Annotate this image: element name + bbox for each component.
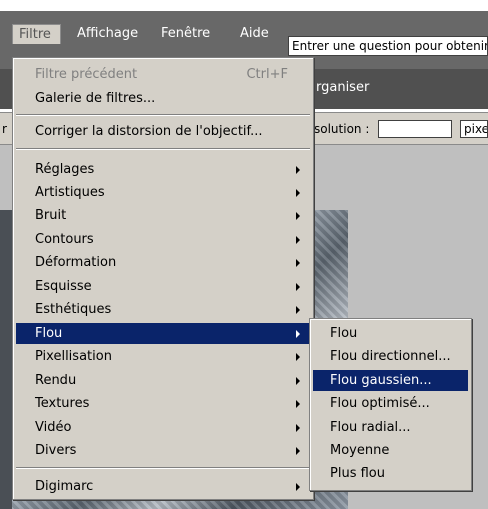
menu-item-label: Vidéo <box>35 420 72 435</box>
menu-item-filtre-precedent: Filtre précédent Ctrl+F <box>16 64 310 85</box>
menu-aide[interactable]: Aide <box>240 25 269 43</box>
submenu-arrow-icon <box>296 166 300 174</box>
menu-item-esthetiques[interactable]: Esthétiques <box>16 299 310 320</box>
menu-item-label: Corriger la distorsion de l'objectif... <box>35 124 263 139</box>
menu-item-flou[interactable]: Flou <box>16 323 310 344</box>
submenu-arrow-icon <box>296 377 300 385</box>
menu-item-bruit[interactable]: Bruit <box>16 205 310 226</box>
menu-item-label: Textures <box>35 396 90 411</box>
submenu-item-flou-optimise[interactable]: Flou optimisé... <box>313 393 468 414</box>
menu-item-label: Déformation <box>35 255 117 270</box>
menu-item-label: Galerie de filtres... <box>35 91 156 106</box>
submenu-arrow-icon <box>296 353 300 361</box>
submenu-arrow-icon <box>296 189 300 197</box>
menu-affichage[interactable]: Affichage <box>77 25 138 43</box>
menu-item-esquisse[interactable]: Esquisse <box>16 276 310 297</box>
menu-item-label: Divers <box>35 443 77 458</box>
submenu-item-flou-gaussien[interactable]: Flou gaussien... <box>313 370 468 391</box>
menu-item-rendu[interactable]: Rendu <box>16 370 310 391</box>
submenu-arrow-icon <box>296 236 300 244</box>
menu-item-label: Esquisse <box>35 279 92 294</box>
submenu-item-flou-radial[interactable]: Flou radial... <box>313 417 468 438</box>
menu-item-shortcut: Ctrl+F <box>246 67 288 82</box>
menu-item-label: Digimarc <box>35 479 94 494</box>
menu-item-pixellisation[interactable]: Pixellisation <box>16 346 310 367</box>
window-top-strip <box>0 0 488 11</box>
menu-item-label: Rendu <box>35 373 77 388</box>
menu-item-label: Artistiques <box>35 185 105 200</box>
canvas-left-edge <box>0 210 12 509</box>
menu-fenetre[interactable]: Fenêtre <box>161 25 210 43</box>
menu-item-divers[interactable]: Divers <box>16 440 310 461</box>
submenu-arrow-icon <box>296 330 300 338</box>
resolution-label: solution : <box>314 122 370 136</box>
submenu-arrow-icon <box>296 306 300 314</box>
menu-item-contours[interactable]: Contours <box>16 229 310 250</box>
filter-menu: Filtre précédent Ctrl+F Galerie de filtr… <box>12 57 314 500</box>
menu-item-artistiques[interactable]: Artistiques <box>16 182 310 203</box>
menu-separator <box>16 148 310 150</box>
menu-item-deformation[interactable]: Déformation <box>16 252 310 273</box>
menu-item-label: Réglages <box>35 162 95 177</box>
blur-submenu: Flou Flou directionnel... Flou gaussien.… <box>309 318 472 491</box>
submenu-item-moyenne[interactable]: Moyenne <box>313 440 468 461</box>
submenu-arrow-icon <box>296 212 300 220</box>
menu-item-label: Esthétiques <box>35 302 112 317</box>
submenu-arrow-icon <box>296 447 300 455</box>
submenu-item-plus-flou[interactable]: Plus flou <box>313 463 468 484</box>
menu-separator <box>16 467 310 469</box>
resolution-input[interactable] <box>378 120 452 138</box>
menu-separator <box>16 114 310 116</box>
submenu-arrow-icon <box>296 259 300 267</box>
resolution-unit-select[interactable]: pixels/pouce <box>460 120 488 138</box>
menu-item-label: Flou <box>35 326 63 341</box>
organiser-button[interactable]: rganiser <box>316 80 369 95</box>
help-search-input[interactable]: Entrer une question pour obtenir de l'ai… <box>288 36 488 56</box>
submenu-arrow-icon <box>296 400 300 408</box>
menu-item-textures[interactable]: Textures <box>16 393 310 414</box>
menu-item-reglages[interactable]: Réglages <box>16 159 310 180</box>
submenu-item-flou[interactable]: Flou <box>313 323 468 344</box>
menu-item-corriger-distorsion[interactable]: Corriger la distorsion de l'objectif... <box>16 121 310 142</box>
menu-item-label: Bruit <box>35 208 67 223</box>
menu-item-video[interactable]: Vidéo <box>16 417 310 438</box>
submenu-arrow-icon <box>296 483 300 491</box>
submenu-arrow-icon <box>296 424 300 432</box>
submenu-arrow-icon <box>296 283 300 291</box>
menu-item-label: Contours <box>35 232 94 247</box>
menu-item-galerie-de-filtres[interactable]: Galerie de filtres... <box>16 88 310 109</box>
submenu-item-flou-directionnel[interactable]: Flou directionnel... <box>313 346 468 367</box>
menu-item-digimarc[interactable]: Digimarc <box>16 476 310 497</box>
menu-item-label: Pixellisation <box>35 349 112 364</box>
menu-filtre[interactable]: Filtre <box>12 24 61 44</box>
menu-item-label: Filtre précédent <box>35 67 138 82</box>
